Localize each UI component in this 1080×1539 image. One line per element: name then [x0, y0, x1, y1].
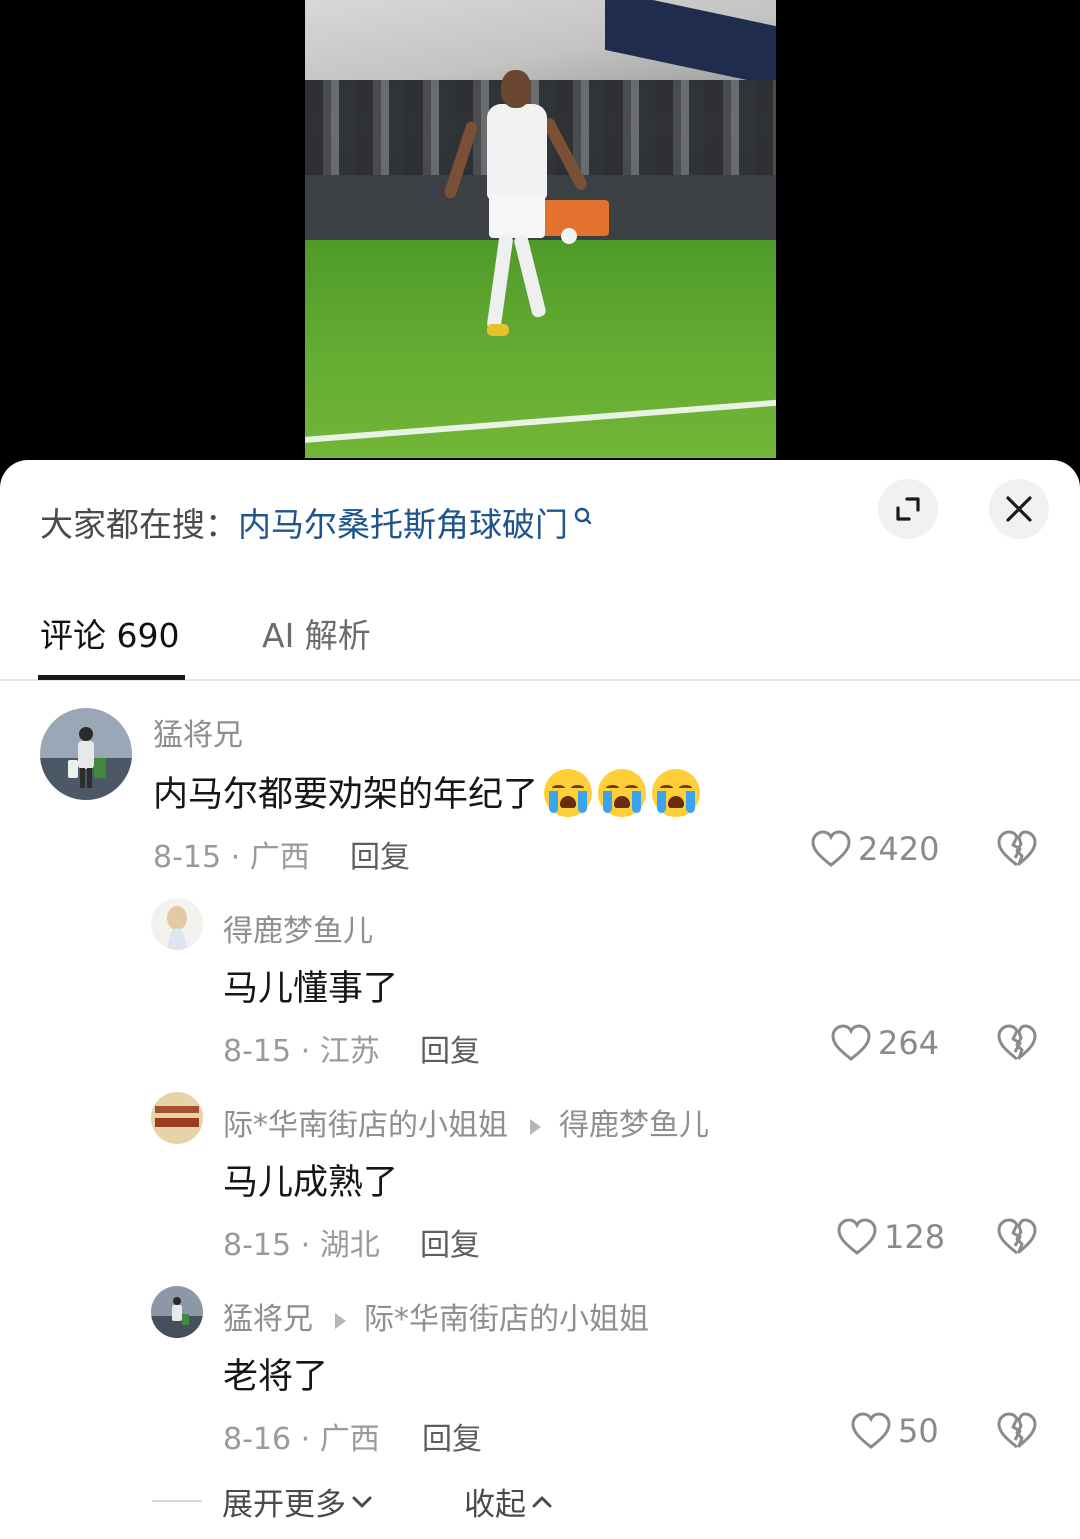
reply-button[interactable]: 回复	[422, 1414, 482, 1458]
broken-heart-icon	[997, 830, 1037, 867]
loudly-crying-face-icon	[544, 769, 593, 817]
reply-item: 际*华南街店的小姐姐 得鹿梦鱼儿 马儿成熟了 8-15 · 湖北 回复 128	[0, 1092, 1080, 1272]
heart-icon	[831, 1024, 871, 1061]
broken-heart-icon	[997, 1218, 1037, 1255]
reply-button[interactable]: 回复	[420, 1026, 480, 1070]
comment-username[interactable]: 得鹿梦鱼儿	[223, 906, 373, 950]
search-term-link[interactable]: 内马尔桑托斯角球破门	[238, 498, 568, 546]
comment-meta: 8-16 · 广西	[223, 1422, 380, 1457]
dislike-button[interactable]	[996, 1412, 1038, 1454]
close-icon	[1006, 496, 1032, 522]
player-figure	[442, 70, 590, 340]
broken-heart-icon	[997, 1024, 1037, 1061]
expand-button[interactable]	[878, 479, 938, 539]
avatar[interactable]	[151, 1092, 203, 1144]
football	[561, 228, 577, 244]
comment-meta: 8-15 · 江苏	[223, 1034, 380, 1069]
comment-content: 内马尔都要劝架的年纪了	[153, 766, 701, 820]
tab-bar: 评论 690 AI 解析	[0, 605, 1080, 681]
reply-item: 得鹿梦鱼儿 马儿懂事了 8-15 · 江苏 回复 264	[0, 898, 1080, 1078]
comments-sheet: 大家都在搜： 内马尔桑托斯角球破门 评论 690 AI 解析 猛将兄 内马尔都要…	[0, 460, 1080, 1539]
reply-item: 猛将兄 际*华南街店的小姐姐 老将了 8-16 · 广西 回复 50	[0, 1286, 1080, 1466]
search-suggestion[interactable]: 大家都在搜： 内马尔桑托斯角球破门	[40, 500, 600, 544]
collapse-label: 收起	[464, 1487, 526, 1523]
loudly-crying-face-icon	[598, 769, 647, 817]
like-button[interactable]: 2420	[810, 830, 939, 868]
reply-author[interactable]: 猛将兄	[223, 1302, 313, 1337]
reply-button[interactable]: 回复	[350, 832, 410, 876]
divider-line	[152, 1500, 202, 1502]
expand-more-label: 展开更多	[222, 1487, 346, 1523]
expand-more-button[interactable]: 展开更多	[222, 1479, 374, 1524]
avatar[interactable]	[40, 708, 132, 800]
like-button[interactable]: 264	[830, 1024, 939, 1062]
comment-text: 内马尔都要劝架的年纪了	[153, 775, 539, 815]
chevron-down-icon	[352, 1496, 372, 1507]
like-count: 128	[884, 1218, 946, 1256]
reply-button[interactable]: 回复	[420, 1220, 480, 1264]
reply-author[interactable]: 际*华南街店的小姐姐	[223, 1108, 508, 1143]
collapse-button[interactable]: 收起	[464, 1479, 554, 1524]
avatar[interactable]	[151, 898, 203, 950]
like-count: 50	[898, 1412, 939, 1450]
dislike-button[interactable]	[996, 1024, 1038, 1066]
like-button[interactable]: 50	[850, 1412, 939, 1450]
comment-username[interactable]: 猛将兄 际*华南街店的小姐姐	[223, 1294, 649, 1338]
close-button[interactable]	[989, 479, 1049, 539]
loudly-crying-face-icon	[652, 769, 701, 817]
comment-text: 老将了	[223, 1357, 329, 1397]
comment-text: 马儿懂事了	[223, 969, 399, 1009]
reply-target[interactable]: 得鹿梦鱼儿	[559, 1108, 709, 1143]
search-icon	[570, 505, 600, 539]
expand-icon	[896, 497, 920, 521]
heart-icon	[811, 830, 851, 867]
reply-target[interactable]: 际*华南街店的小姐姐	[364, 1302, 649, 1337]
replies-footer: 展开更多 收起	[0, 1475, 1080, 1525]
reply-arrow-icon	[335, 1312, 346, 1329]
like-count: 2420	[858, 830, 940, 868]
video-frame[interactable]	[305, 0, 776, 458]
comment-meta: 8-15 · 湖北	[223, 1228, 380, 1263]
dislike-button[interactable]	[996, 830, 1038, 872]
dislike-button[interactable]	[996, 1218, 1038, 1260]
avatar[interactable]	[151, 1286, 203, 1338]
tab-comments[interactable]: 评论 690	[40, 609, 179, 657]
comment-meta: 8-15 · 广西	[153, 840, 310, 875]
chevron-up-icon	[532, 1496, 552, 1507]
like-button[interactable]: 128	[836, 1218, 945, 1256]
video-area[interactable]	[0, 0, 1080, 470]
reply-arrow-icon	[530, 1118, 541, 1135]
broken-heart-icon	[997, 1412, 1037, 1449]
heart-icon	[837, 1218, 877, 1255]
active-tab-indicator	[38, 675, 185, 680]
tab-ai-analysis[interactable]: AI 解析	[262, 609, 371, 657]
comment-text: 马儿成熟了	[223, 1163, 399, 1203]
comment-item: 猛将兄 内马尔都要劝架的年纪了 8-15 · 广西 回复 2420	[0, 708, 1080, 888]
like-count: 264	[878, 1024, 940, 1062]
comment-username[interactable]: 猛将兄	[153, 710, 243, 754]
heart-icon	[851, 1412, 891, 1449]
search-prefix: 大家都在搜：	[40, 505, 238, 544]
comment-username[interactable]: 际*华南街店的小姐姐 得鹿梦鱼儿	[223, 1100, 709, 1144]
